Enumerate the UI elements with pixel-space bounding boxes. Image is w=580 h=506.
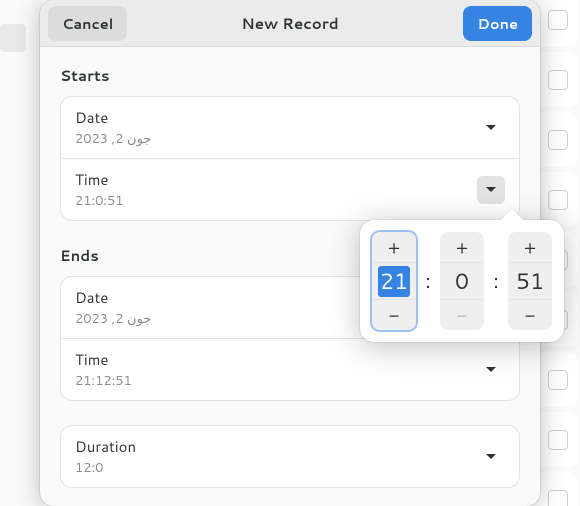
left-scroll-stub [0, 24, 26, 52]
starts-section-label: Starts [60, 65, 520, 86]
duration-label: Duration [75, 436, 136, 457]
row-checkbox-right[interactable] [548, 370, 568, 390]
starts-time-value: 21:0:51 [75, 192, 124, 210]
cancel-button[interactable]: Cancel [48, 6, 127, 41]
minutes-decrement-button[interactable]: − [440, 300, 484, 330]
expand-button[interactable] [477, 443, 505, 471]
seconds-spinner: + 51 − [508, 232, 552, 330]
duration-value: 12:0 [75, 459, 136, 477]
ends-date-label: Date [75, 287, 151, 308]
hours-value[interactable]: 21 [372, 262, 416, 300]
starts-group: Date جون 2, 2023 Time 21:0:51 [60, 96, 520, 221]
hours-increment-button[interactable]: + [372, 232, 416, 262]
expand-button[interactable] [477, 356, 505, 384]
minutes-increment-button[interactable]: + [440, 232, 484, 262]
row-checkbox-right[interactable] [548, 10, 568, 30]
row-checkbox-right[interactable] [548, 430, 568, 450]
row-checkbox-right[interactable] [548, 490, 568, 506]
starts-date-label: Date [75, 107, 151, 128]
time-separator: : [420, 267, 436, 295]
time-separator: : [488, 267, 504, 295]
ends-time-value: 21:12:51 [75, 372, 132, 390]
dialog-header: Cancel New Record Done [40, 0, 540, 47]
duration-row[interactable]: Duration 12:0 [61, 426, 519, 487]
expand-button-active[interactable] [477, 176, 505, 204]
chevron-down-icon [486, 187, 496, 192]
ends-time-label: Time [75, 349, 132, 370]
seconds-increment-button[interactable]: + [508, 232, 552, 262]
expand-button[interactable] [477, 114, 505, 142]
time-spinner-popup: + 21 − : + 0 − : + 51 − [360, 220, 564, 342]
starts-time-label: Time [75, 169, 124, 190]
seconds-decrement-button[interactable]: − [508, 300, 552, 330]
hours-decrement-button[interactable]: − [372, 300, 416, 330]
new-record-dialog: Cancel New Record Done Starts Date جون 2… [40, 0, 540, 506]
done-button[interactable]: Done [463, 6, 532, 41]
seconds-value[interactable]: 51 [508, 262, 552, 300]
chevron-down-icon [486, 454, 496, 459]
ends-time-row[interactable]: Time 21:12:51 [61, 338, 519, 400]
ends-date-value: جون 2, 2023 [75, 310, 151, 328]
chevron-down-icon [486, 125, 496, 130]
starts-date-value: جون 2, 2023 [75, 130, 151, 148]
row-checkbox-right[interactable] [548, 70, 568, 90]
minutes-spinner: + 0 − [440, 232, 484, 330]
hours-spinner: + 21 − [372, 232, 416, 330]
duration-group: Duration 12:0 [60, 425, 520, 488]
starts-date-row[interactable]: Date جون 2, 2023 [61, 97, 519, 158]
row-checkbox-right[interactable] [548, 130, 568, 150]
row-checkbox-right[interactable] [548, 190, 568, 210]
starts-time-row[interactable]: Time 21:0:51 [61, 158, 519, 220]
chevron-down-icon [486, 367, 496, 372]
minutes-value[interactable]: 0 [440, 262, 484, 300]
